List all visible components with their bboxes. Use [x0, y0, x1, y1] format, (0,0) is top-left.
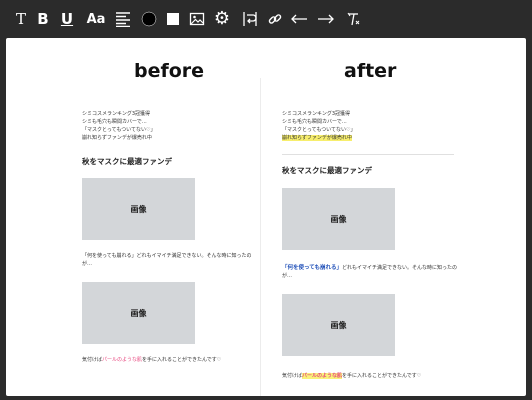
- link-button[interactable]: [265, 8, 285, 30]
- after-intro-line: シミコスメランキング3冠獲得: [282, 111, 351, 117]
- font-size-icon: Aa: [86, 11, 106, 27]
- after-title: after: [344, 60, 397, 82]
- closing-suffix: を手に入れることができたんです♡: [342, 373, 422, 379]
- color-circle-icon: [141, 11, 157, 27]
- before-mid-line: が…: [82, 261, 93, 267]
- wrap-button[interactable]: [240, 8, 260, 30]
- after-subheading: 秋をマスクに最適ファンデ: [282, 166, 372, 175]
- bold-button[interactable]: B: [33, 8, 53, 30]
- underline-button[interactable]: U: [57, 8, 77, 30]
- after-separator: [282, 154, 454, 155]
- closing-prefix: 気付けば: [282, 373, 303, 379]
- image-label: 画像: [330, 320, 347, 330]
- align-button[interactable]: [113, 8, 133, 30]
- closing-highlight: パールのような肌: [302, 373, 343, 379]
- align-icon: [116, 12, 130, 27]
- before-title: before: [134, 60, 205, 82]
- image-label: 画像: [130, 308, 147, 318]
- font-size-button[interactable]: Aa: [84, 8, 108, 30]
- after-closing: 気付けばパールのような肌を手に入れることができたんです♡: [282, 372, 421, 380]
- clear-format-button[interactable]: [343, 8, 363, 30]
- after-intro-line: 「マスクとってもついてない♡」: [282, 127, 356, 133]
- before-image-placeholder-1: 画像: [82, 178, 195, 240]
- before-mid-line: 「何を使っても崩れる」どれもイマイチ満足できない。そんな時に知ったの: [82, 253, 252, 259]
- clear-format-icon: [347, 12, 360, 26]
- gear-icon: ⚙: [213, 8, 231, 29]
- editor-toolbar: T B U Aa ⚙: [0, 0, 532, 38]
- arrow-left-icon: [291, 14, 307, 24]
- text-tool-button[interactable]: T: [11, 8, 31, 30]
- comparison-canvas: before シミコスメランキング3冠獲得 シミも毛穴も瞬間カバーで… 「マスク…: [6, 38, 526, 396]
- column-divider: [260, 78, 261, 396]
- closing-suffix: を手に入れることができたんです♡: [142, 357, 222, 363]
- after-quote: 「何を使っても崩れる」: [282, 265, 342, 271]
- bold-icon: B: [37, 10, 49, 28]
- before-intro-line: シミコスメランキング3冠獲得: [82, 111, 151, 117]
- before-intro: シミコスメランキング3冠獲得 シミも毛穴も瞬間カバーで… 「マスクとってもついて…: [82, 110, 155, 142]
- after-image-placeholder-1: 画像: [282, 188, 395, 250]
- closing-prefix: 気付けば: [82, 357, 103, 363]
- square-icon: [167, 13, 179, 25]
- after-mid-rest: どれもイマイチ満足できない。そんな時に知ったの: [341, 265, 457, 271]
- underline-icon: U: [60, 10, 74, 28]
- text-icon: T: [15, 10, 26, 28]
- before-intro-line: 崩れ知らずファンデが爆売れ中: [82, 135, 152, 141]
- before-closing: 気付けばパールのような肌を手に入れることができたんです♡: [82, 356, 221, 364]
- closing-highlight: パールのような肌: [102, 357, 143, 363]
- before-image-placeholder-2: 画像: [82, 282, 195, 344]
- before-intro-line: シミも毛穴も瞬間カバーで…: [82, 119, 147, 125]
- background-button[interactable]: [163, 8, 183, 30]
- after-intro-line: 崩れ知らずファンデが爆売れ中: [282, 134, 355, 142]
- text-color-button[interactable]: [139, 8, 159, 30]
- after-intro: シミコスメランキング3冠獲得 シミも毛穴も瞬間カバーで… 「マスクとってもついて…: [282, 110, 355, 142]
- wrap-icon: [243, 12, 257, 26]
- arrow-right-icon: [318, 14, 334, 24]
- after-mid-text: 「何を使っても崩れる」どれもイマイチ満足できない。そんな時に知ったの が…: [282, 264, 457, 280]
- after-mid-line: が…: [282, 273, 293, 279]
- before-subheading: 秋をマスクに最適ファンデ: [82, 157, 172, 166]
- undo-button[interactable]: [288, 8, 310, 30]
- insert-image-button[interactable]: [187, 8, 207, 30]
- redo-button[interactable]: [315, 8, 337, 30]
- settings-button[interactable]: ⚙: [212, 8, 232, 30]
- after-mid-line: 「何を使っても崩れる」どれもイマイチ満足できない。そんな時に知ったの: [282, 264, 457, 272]
- image-label: 画像: [130, 204, 147, 214]
- after-image-placeholder-2: 画像: [282, 294, 395, 356]
- image-label: 画像: [330, 214, 347, 224]
- after-intro-highlight: 崩れ知らずファンデが爆売れ中: [282, 135, 352, 141]
- before-intro-line: 「マスクとってもついてない♡」: [82, 127, 156, 133]
- after-intro-line: シミも毛穴も瞬間カバーで…: [282, 119, 347, 125]
- before-mid-text: 「何を使っても崩れる」どれもイマイチ満足できない。そんな時に知ったの が…: [82, 252, 252, 268]
- image-icon: [189, 12, 205, 26]
- link-icon: [268, 14, 282, 24]
